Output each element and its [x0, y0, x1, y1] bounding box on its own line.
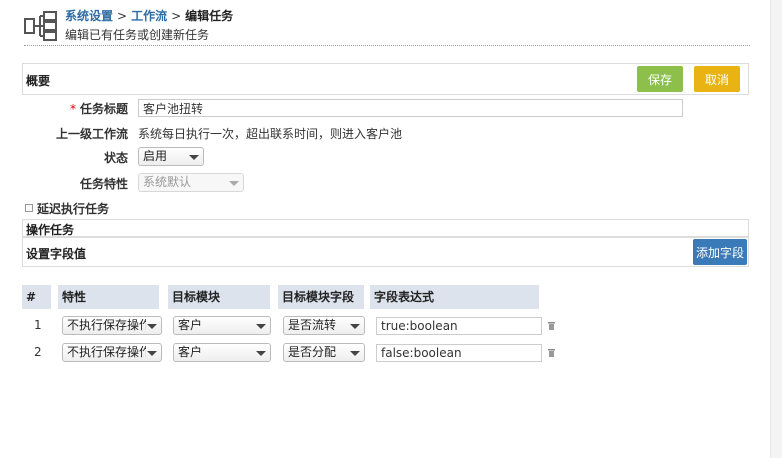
row-expression-input[interactable]	[376, 317, 542, 335]
column-header-number: #	[22, 285, 51, 309]
status-label: 状态	[103, 151, 128, 165]
breadcrumb-separator: >	[171, 9, 182, 23]
chevron-down-icon	[350, 324, 360, 329]
status-value: 启用	[143, 149, 168, 163]
parent-workflow-label: 上一级工作流	[55, 127, 128, 141]
column-header-field: 目标模块字段	[278, 285, 364, 309]
task-feature-select[interactable]: 系统默认	[138, 173, 244, 192]
task-feature-value: 系统默认	[143, 175, 192, 189]
required-mark: *	[69, 102, 76, 116]
breadcrumb-system-settings[interactable]: 系统设置	[65, 9, 113, 23]
delay-label: 延迟执行任务	[37, 202, 110, 216]
chevron-down-icon	[256, 324, 266, 329]
operation-title: 操作任务	[26, 223, 75, 237]
column-header-expression: 字段表达式	[370, 285, 539, 309]
task-title-label: * 任务标题	[22, 100, 128, 117]
chevron-down-icon	[350, 351, 360, 356]
save-button[interactable]: 保存	[637, 66, 683, 92]
row-number: 1	[34, 318, 42, 332]
parent-workflow-value: 系统每日执行一次，超出联系时间，则进入客户池	[138, 127, 403, 141]
row-field-select[interactable]: 是否分配	[283, 343, 365, 362]
column-header-module: 目标模块	[168, 285, 270, 309]
trash-icon[interactable]	[548, 349, 555, 357]
task-feature-label: 任务特性	[79, 177, 128, 191]
row-module-value: 客户	[178, 345, 203, 359]
row-feature-select[interactable]: 不执行保存操作	[62, 343, 162, 362]
task-title-input[interactable]	[138, 99, 683, 117]
row-expression-input[interactable]	[376, 344, 542, 362]
row-field-value: 是否分配	[288, 345, 337, 359]
row-field-select[interactable]: 是否流转	[283, 316, 365, 335]
status-select[interactable]: 启用	[138, 147, 204, 166]
row-module-select[interactable]: 客户	[173, 316, 271, 335]
row-feature-value: 不执行保存操作	[67, 318, 146, 332]
task-title-label-text: 任务标题	[79, 102, 128, 116]
breadcrumb-current: 编辑任务	[185, 9, 234, 23]
row-feature-select[interactable]: 不执行保存操作	[62, 316, 162, 335]
chevron-down-icon	[147, 351, 157, 356]
operation-panel: 操作任务	[22, 219, 749, 237]
chevron-down-icon	[256, 351, 266, 356]
cancel-button[interactable]: 取消	[694, 66, 740, 92]
field-panel: 设置字段值 添加字段	[22, 237, 749, 267]
chevron-down-icon	[189, 155, 199, 160]
scrollbar[interactable]	[770, 0, 782, 458]
delay-checkbox[interactable]	[25, 204, 33, 212]
row-module-select[interactable]: 客户	[173, 343, 271, 362]
chevron-down-icon	[229, 181, 239, 186]
column-header-feature: 特性	[58, 285, 159, 309]
row-module-value: 客户	[178, 318, 203, 332]
chevron-down-icon	[147, 324, 157, 329]
row-feature-value: 不执行保存操作	[67, 345, 146, 359]
page-subtitle: 编辑已有任务或创建新任务	[65, 28, 210, 42]
row-number: 2	[34, 345, 42, 359]
workflow-icon	[24, 11, 57, 41]
breadcrumb-workflow[interactable]: 工作流	[131, 9, 167, 23]
trash-icon[interactable]	[548, 322, 555, 330]
field-panel-title: 设置字段值	[26, 247, 87, 261]
summary-title: 概要	[26, 74, 51, 88]
summary-panel: 概要 保存 取消	[22, 63, 749, 95]
row-field-value: 是否流转	[288, 318, 337, 332]
breadcrumb: 系统设置 > 工作流 > 编辑任务	[65, 7, 233, 24]
add-field-button[interactable]: 添加字段	[693, 239, 747, 265]
breadcrumb-separator: >	[117, 9, 128, 23]
divider	[24, 45, 750, 46]
